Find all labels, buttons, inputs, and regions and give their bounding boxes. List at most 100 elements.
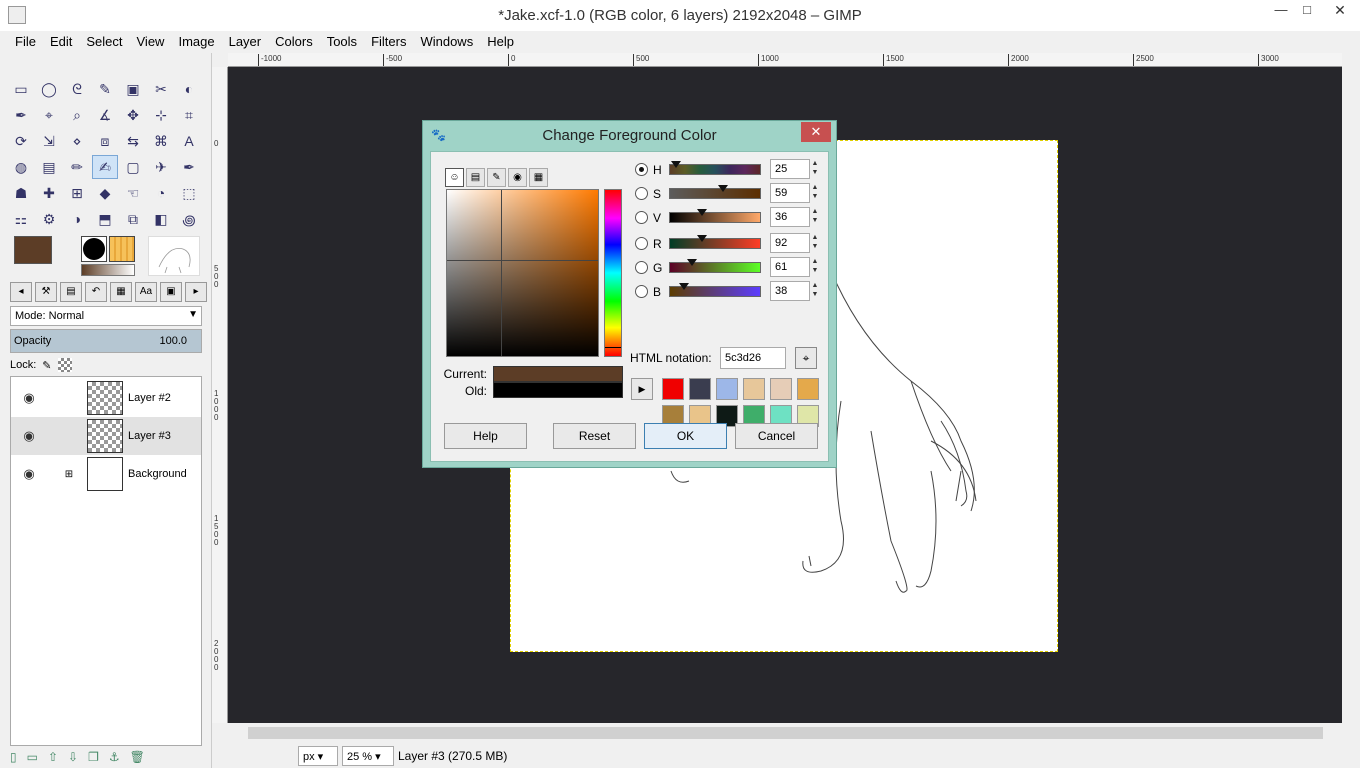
cmyk-selector-icon[interactable]: ▤ (466, 168, 485, 187)
menu-colors[interactable]: Colors (268, 31, 320, 53)
tool-options-tab[interactable]: Aa (135, 282, 157, 302)
saturation-value-square[interactable] (446, 189, 599, 357)
visibility-eye-icon[interactable]: ◉ (17, 466, 41, 482)
color-picker-tool-icon[interactable]: ⌖ (36, 103, 62, 127)
tool-options-tab[interactable]: ▣ (160, 282, 182, 302)
bucket-fill-tool-icon[interactable]: ◍ (8, 155, 34, 179)
raise-layer-icon[interactable]: ⇧ (48, 750, 58, 764)
add-to-history-button[interactable]: ▶ (631, 378, 653, 400)
tool-options-tab[interactable]: ▦ (110, 282, 132, 302)
horizontal-ruler[interactable]: -1000 -500 0 500 1000 1500 2000 2500 3000 (228, 53, 1342, 67)
handle-transform-tool-icon[interactable]: ⚙ (36, 207, 62, 231)
text-tool-icon[interactable]: A (176, 129, 202, 153)
seamless-clone-tool-icon[interactable]: ⧉ (120, 207, 146, 231)
dialog-close-button[interactable]: ✕ (801, 122, 831, 142)
ink-tool-icon[interactable]: ✒ (176, 155, 202, 179)
help-button[interactable]: Help (444, 423, 527, 449)
slider-knob[interactable] (678, 283, 689, 290)
visibility-eye-icon[interactable]: ◉ (17, 428, 41, 444)
palette-selector-icon[interactable]: ▦ (529, 168, 548, 187)
channel-radio[interactable] (635, 187, 648, 200)
html-notation-input[interactable]: 5c3d26 (720, 347, 786, 369)
channel-radio[interactable] (635, 261, 648, 274)
history-color-swatch[interactable] (797, 378, 819, 400)
scrollbar-thumb[interactable] (248, 727, 1323, 739)
tool-options-tab[interactable]: ◂ (10, 282, 32, 302)
scissors-select-tool-icon[interactable]: ✂ (148, 77, 174, 101)
layer-mask-icon[interactable]: ⊞ (59, 469, 79, 480)
clone-tool-icon[interactable]: ☗ (8, 181, 34, 205)
gimp-app-icon[interactable] (8, 6, 26, 24)
channel-value-input[interactable]: 36 (770, 207, 810, 227)
opacity-slider[interactable]: Opacity 100.0 (10, 329, 202, 353)
foreground-select-tool-icon[interactable]: ◐ (176, 77, 202, 101)
layer-name[interactable]: Layer #3 (128, 430, 171, 442)
ellipse-select-tool-icon[interactable]: ◯ (36, 77, 62, 101)
slider-knob[interactable] (697, 235, 708, 242)
menu-filters[interactable]: Filters (364, 31, 413, 53)
cancel-button[interactable]: Cancel (735, 423, 818, 449)
zoom-tool-icon[interactable]: ⌕ (64, 103, 90, 127)
wheel-selector-icon[interactable]: ◉ (508, 168, 527, 187)
close-button[interactable]: ✕ (1320, 0, 1360, 22)
slider-knob[interactable] (686, 259, 697, 266)
spin-arrows-icon[interactable]: ▲ ▼ (810, 233, 820, 253)
slider-knob[interactable] (671, 161, 682, 168)
gegl-tool-icon[interactable]: ◧ (148, 207, 174, 231)
spin-arrows-icon[interactable]: ▲ ▼ (810, 183, 820, 203)
channel-value-input[interactable]: 59 (770, 183, 810, 203)
heal-tool-icon[interactable]: ✚ (36, 181, 62, 205)
active-image-thumbnail[interactable] (148, 236, 200, 276)
blend-tool-icon[interactable]: ▤ (36, 155, 62, 179)
menu-edit[interactable]: Edit (43, 31, 79, 53)
perspective-clone-tool-icon[interactable]: ⊞ (64, 181, 90, 205)
history-color-swatch[interactable] (662, 378, 684, 400)
rotate-tool-icon[interactable]: ⟳ (8, 129, 34, 153)
spin-arrows-icon[interactable]: ▲ ▼ (810, 207, 820, 227)
menu-view[interactable]: View (130, 31, 172, 53)
channel-slider[interactable] (669, 209, 761, 223)
channel-slider[interactable] (669, 283, 761, 297)
cage-tool-icon[interactable]: ⌘ (148, 129, 174, 153)
menu-windows[interactable]: Windows (413, 31, 480, 53)
maximize-button[interactable]: □ (1292, 0, 1322, 22)
channel-radio[interactable] (635, 237, 648, 250)
layer-row[interactable]: ◉ Layer #2 (11, 379, 201, 417)
channel-slider[interactable] (669, 259, 761, 273)
blur-tool-icon[interactable]: ◆ (92, 181, 118, 205)
crop-tool-icon[interactable]: ⌗ (176, 103, 202, 127)
brush-preview[interactable] (81, 236, 107, 262)
delete-layer-icon[interactable]: 🗑 (130, 750, 145, 764)
hue-strip[interactable] (604, 189, 622, 357)
pencil-tool-icon[interactable]: ✏ (64, 155, 90, 179)
perspective-tool-icon[interactable]: ⧈ (92, 129, 118, 153)
new-layer-group-icon[interactable]: ▭ (27, 750, 38, 764)
anchor-layer-icon[interactable]: ⚓ (109, 750, 120, 764)
spiral-tool-icon[interactable]: ꩜ (176, 207, 202, 231)
history-color-swatch[interactable] (770, 378, 792, 400)
paintbrush-tool-icon[interactable]: ✍ (92, 155, 118, 179)
tool-options-tab[interactable]: ▤ (60, 282, 82, 302)
channel-value-input[interactable]: 38 (770, 281, 810, 301)
tool-options-tab[interactable]: ↶ (85, 282, 107, 302)
vertical-scrollbar[interactable] (1342, 53, 1360, 723)
rect-select-tool-icon[interactable]: ▭ (8, 77, 34, 101)
watercolor-selector-icon[interactable]: ✎ (487, 168, 506, 187)
lock-alpha-icon[interactable] (57, 358, 72, 372)
menu-help[interactable]: Help (480, 31, 521, 53)
layer-row[interactable]: ◉ Layer #3 (11, 417, 201, 455)
zoom-select[interactable]: 25 % ▾ (342, 746, 394, 766)
paths-tool-icon[interactable]: ✒ (8, 103, 34, 127)
layer-name[interactable]: Background (128, 468, 187, 480)
horizontal-scrollbar[interactable] (228, 723, 1342, 743)
foreground-color-swatch[interactable] (14, 236, 52, 264)
layer-name[interactable]: Layer #2 (128, 392, 171, 404)
slider-knob[interactable] (697, 209, 708, 216)
new-layer-icon[interactable]: ▯ (10, 750, 17, 764)
channel-value-input[interactable]: 25 (770, 159, 810, 179)
spin-arrows-icon[interactable]: ▲ ▼ (810, 159, 820, 179)
by-color-select-tool-icon[interactable]: ▣ (120, 77, 146, 101)
channel-value-input[interactable]: 92 (770, 233, 810, 253)
menu-tools[interactable]: Tools (320, 31, 364, 53)
lock-pixels-icon[interactable]: ✎ (42, 359, 51, 372)
